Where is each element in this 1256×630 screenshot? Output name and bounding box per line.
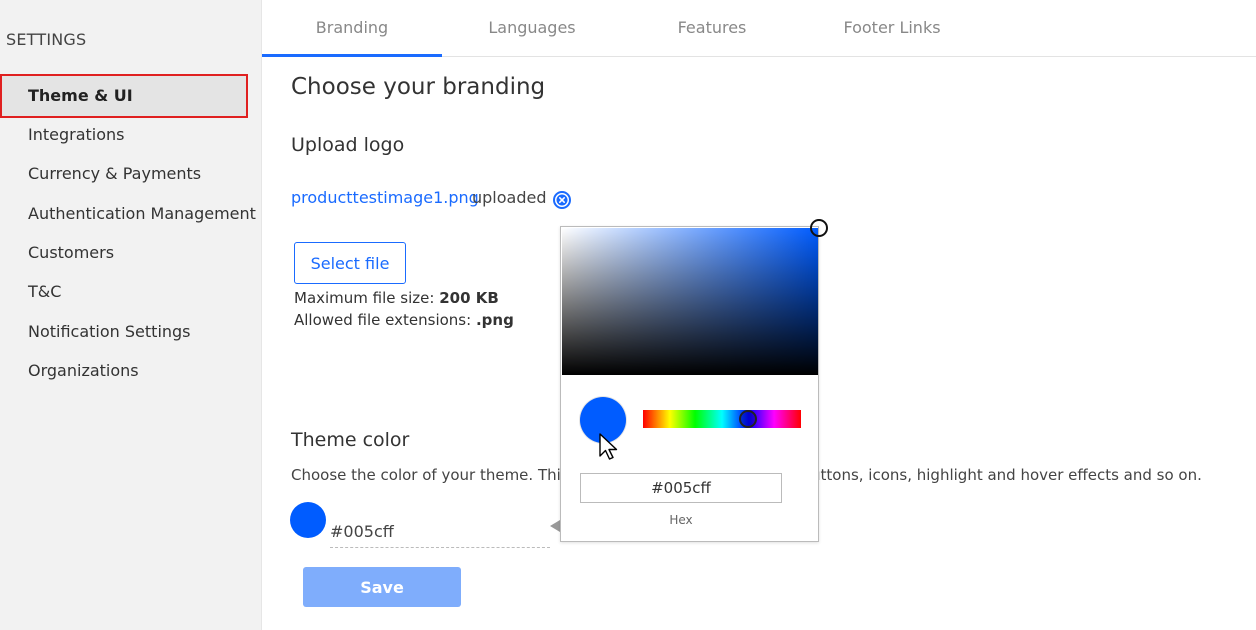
theme-color-input[interactable]: #005cff <box>330 516 550 548</box>
color-picker: Hex <box>560 226 819 542</box>
sidebar: SETTINGS Theme & UI Integrations Currenc… <box>0 0 262 630</box>
max-file-size-value: 200 KB <box>439 289 499 307</box>
theme-color-heading: Theme color <box>291 429 410 451</box>
max-file-size-info: Maximum file size: 200 KB <box>294 289 499 307</box>
tab-languages[interactable]: Languages <box>442 0 622 57</box>
remove-file-icon[interactable] <box>552 190 572 210</box>
hue-slider[interactable] <box>643 410 801 428</box>
picker-caret-icon <box>550 520 560 532</box>
max-file-size-label: Maximum file size: <box>294 289 435 307</box>
sidebar-item-tc[interactable]: T&C <box>28 282 61 301</box>
sidebar-item-currency-payments[interactable]: Currency & Payments <box>28 164 201 183</box>
upload-logo-heading: Upload logo <box>291 134 405 156</box>
saturation-handle[interactable] <box>810 219 828 237</box>
page-title: Choose your branding <box>291 74 546 100</box>
hex-input[interactable] <box>580 473 782 503</box>
tab-features[interactable]: Features <box>622 0 802 57</box>
allowed-extensions-label: Allowed file extensions: <box>294 311 472 329</box>
tab-footer-links[interactable]: Footer Links <box>802 0 982 57</box>
allowed-extensions-value: .png <box>475 311 514 329</box>
tab-branding[interactable]: Branding <box>262 0 442 57</box>
select-file-button[interactable]: Select file <box>294 242 406 284</box>
sidebar-item-customers[interactable]: Customers <box>28 243 114 262</box>
theme-color-swatch[interactable] <box>290 502 326 538</box>
saturation-area[interactable] <box>562 228 818 375</box>
sidebar-title: SETTINGS <box>6 30 87 49</box>
upload-status: uploaded <box>472 188 547 207</box>
sidebar-item-label: Theme & UI <box>28 86 133 105</box>
uploaded-file-link[interactable]: producttestimage1.png <box>291 188 479 207</box>
hue-slider-handle[interactable] <box>738 410 757 428</box>
sidebar-item-integrations[interactable]: Integrations <box>28 125 125 144</box>
tab-bar: Branding Languages Features Footer Links <box>262 0 1256 57</box>
sidebar-item-organizations[interactable]: Organizations <box>28 361 139 380</box>
theme-description-right: uttons, icons, highlight and hover effec… <box>811 466 1202 484</box>
sidebar-item-notification-settings[interactable]: Notification Settings <box>28 322 191 341</box>
allowed-extensions-info: Allowed file extensions: .png <box>294 311 514 329</box>
theme-color-description: Choose the color of your theme. This utt… <box>291 466 1202 484</box>
sidebar-item-authentication-management[interactable]: Authentication Management <box>28 204 256 223</box>
sidebar-item-theme-ui[interactable]: Theme & UI <box>0 74 248 118</box>
save-button[interactable]: Save <box>303 567 461 607</box>
theme-description-left: Choose the color of your theme. This <box>291 466 569 484</box>
hex-label: Hex <box>669 513 693 527</box>
mouse-cursor-icon <box>599 433 618 460</box>
